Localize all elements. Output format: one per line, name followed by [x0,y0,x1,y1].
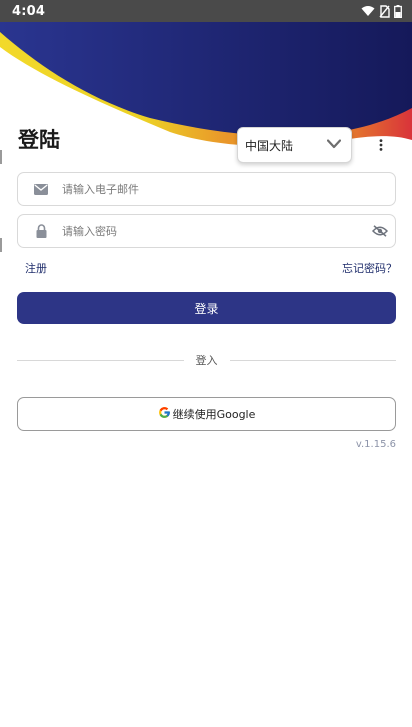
status-bar: 4:04 [0,0,412,22]
divider-line-right [229,359,396,361]
region-select[interactable]: 中国大陆 [237,127,352,163]
divider-line-left [17,359,184,361]
login-button-label: 登录 [194,301,219,316]
no-sim-icon [379,4,390,18]
lock-icon [26,224,56,238]
email-input[interactable] [56,173,395,205]
battery-icon [394,4,402,18]
password-input[interactable] [56,215,365,247]
status-time: 4:04 [12,3,46,19]
password-field[interactable] [17,214,396,248]
chevron-down-icon [326,138,342,152]
google-button-label: 继续使用Google [172,408,256,421]
forgot-password-link[interactable]: 忘记密码？ [342,260,397,276]
envelope-icon [26,183,56,195]
page-title: 登陆 [18,128,60,152]
region-selected-label: 中国大陆 [245,138,294,153]
eye-off-icon[interactable] [365,225,395,237]
edge-mark [0,238,2,252]
google-logo-icon [158,406,171,422]
login-button[interactable]: 登录 [17,292,396,324]
app-version: v.1.15.6 [355,439,396,450]
divider: 登入 [17,352,396,368]
edge-mark [0,150,2,164]
divider-label: 登入 [195,354,218,367]
login-screen: 4:04 登陆 中国大陆 请输入电子邮件 注册 忘记密码？ 登录 登入 继续使用… [0,0,412,727]
more-vert-icon[interactable] [368,132,394,158]
register-link[interactable]: 注册 [25,260,47,276]
status-icons [361,4,402,18]
email-field[interactable] [17,172,396,206]
wifi-icon [361,5,375,17]
google-signin-button[interactable]: 继续使用Google [17,397,396,431]
